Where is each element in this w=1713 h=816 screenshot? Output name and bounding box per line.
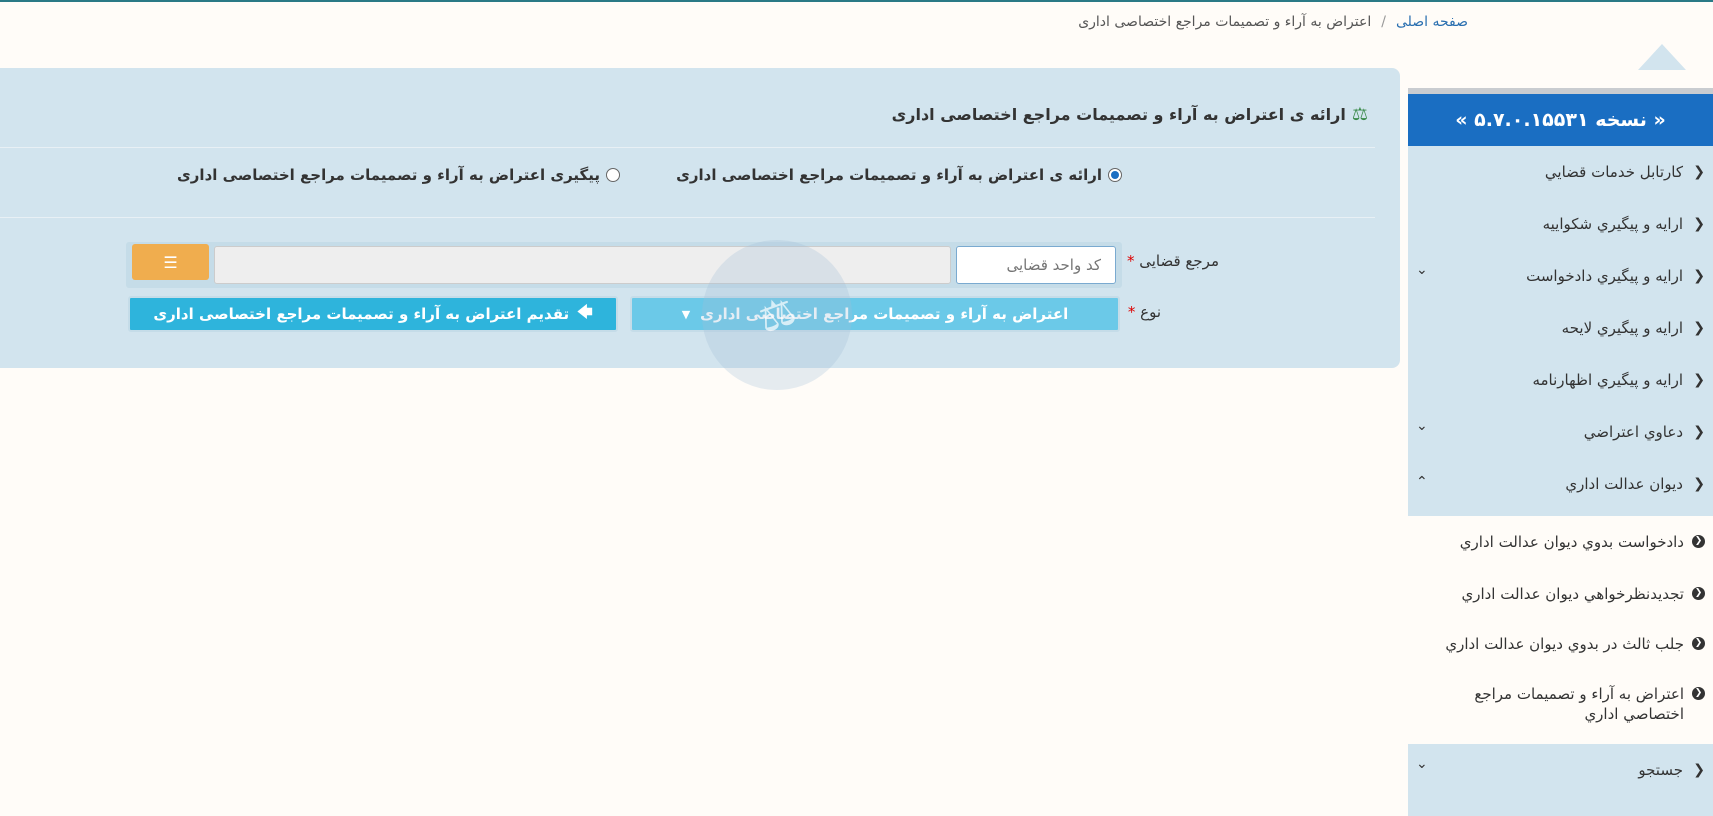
submenu-item-label: اعتراض به آراء و تصميمات مراجع اختصاصي ا… — [1474, 685, 1684, 723]
circle-arrow-icon: ❮ — [1692, 587, 1705, 600]
divider — [0, 217, 1375, 218]
scale-icon: ⚖ — [1351, 104, 1368, 125]
submenu-item-label: جلب ثالث در بدوي ديوان عدالت اداري — [1445, 635, 1684, 653]
sidebar-item-judicial-services[interactable]: ❮ كارتابل خدمات قضايي — [1408, 146, 1713, 198]
authority-list-button[interactable]: ☰ — [132, 244, 209, 280]
chevron-left-icon: ❮ — [1693, 320, 1705, 336]
type-dropdown[interactable]: اعتراض به آراء و تصمیمات مراجع اختصاصی ا… — [630, 296, 1120, 332]
sidebar-item-label: دعاوي اعتراضي — [1583, 423, 1683, 441]
submit-objection-button[interactable]: 🡄 تقدیم اعتراض به آراء و تصمیمات مراجع ا… — [128, 296, 618, 332]
sidebar-item-briefs[interactable]: ❮ ارايه و پيگيري لايحه — [1408, 302, 1713, 354]
chevron-left-icon: ❮ — [1693, 476, 1705, 492]
chevron-down-icon: ⌄ — [1416, 262, 1428, 278]
caret-down-icon: ▼ — [681, 307, 691, 321]
required-mark: * — [1127, 303, 1136, 321]
sidebar-item-label: كارتابل خدمات قضايي — [1544, 163, 1683, 181]
top-accent-line — [0, 0, 1713, 2]
radio-label: ارائه ی اعتراض به آراء و تصمیمات مراجع ا… — [676, 166, 1102, 184]
sidebar-item-label: ارايه و پيگيري شكواييه — [1542, 215, 1683, 233]
authority-label-text: مرجع قضایی — [1139, 252, 1219, 270]
chevron-down-icon: ⌄ — [1416, 418, 1428, 434]
arrow-left-icon: 🡄 — [577, 302, 593, 321]
type-label: نوع * — [1124, 303, 1161, 321]
sidebar-item-complaints[interactable]: ❮ ارايه و پيگيري شكواييه — [1408, 198, 1713, 250]
sidebar-item-administrative-court[interactable]: ❮ ديوان عدالت اداري ⌃ — [1408, 458, 1713, 510]
radio-submit-objection[interactable]: ارائه ی اعتراض به آراء و تصمیمات مراجع ا… — [676, 166, 1122, 184]
type-label-text: نوع — [1140, 303, 1161, 321]
sidebar: « نسخه ۵.۷.۰.۱۵۵۳۱ » ❮ كارتابل خدمات قضا… — [1408, 88, 1713, 816]
breadcrumb-current: اعتراض به آراء و تصمیمات مراجع اختصاصی ا… — [1078, 14, 1372, 30]
radio-button[interactable] — [606, 168, 620, 182]
breadcrumb: صفحه اصلی / اعتراض به آراء و تصمیمات مرا… — [1078, 10, 1468, 34]
page-title-text: ارائه ی اعتراض به آراء و تصمیمات مراجع ا… — [891, 105, 1346, 124]
chevron-down-icon: ⌄ — [1416, 756, 1428, 772]
chevron-left-icon: ❮ — [1693, 424, 1705, 440]
judicial-unit-code-input[interactable] — [956, 246, 1116, 284]
submenu-item-label: تجديدنظرخواهي ديوان عدالت اداري — [1461, 585, 1684, 603]
sidebar-item-label: جستجو — [1638, 761, 1683, 779]
breadcrumb-home-link[interactable]: صفحه اصلی — [1396, 14, 1468, 30]
sidebar-item-objection-suits[interactable]: ❮ دعاوي اعتراضي ⌄ — [1408, 406, 1713, 458]
submenu-item-initial-petition[interactable]: ❮ دادخواست بدوي ديوان عدالت اداري — [1408, 532, 1713, 552]
circle-arrow-icon: ❮ — [1692, 687, 1705, 700]
sidebar-item-label: ارايه و پيگيري لايحه — [1561, 319, 1683, 337]
radio-label: پیگیری اعتراض به آراء و تصمیمات مراجع اخ… — [177, 166, 600, 184]
breadcrumb-separator: / — [1381, 14, 1386, 30]
type-dropdown-value: اعتراض به آراء و تصمیمات مراجع اختصاصی ا… — [700, 305, 1069, 323]
divider — [0, 147, 1375, 148]
radio-button-checked[interactable] — [1108, 168, 1122, 182]
chevron-left-icon: ❮ — [1693, 216, 1705, 232]
chevron-left-icon: ❮ — [1693, 164, 1705, 180]
circle-arrow-icon: ❮ — [1692, 637, 1705, 650]
chevron-left-icon: ❮ — [1693, 268, 1705, 284]
sidebar-item-petitions[interactable]: ❮ ارايه و پيگيري دادخواست ⌄ — [1408, 250, 1713, 302]
administrative-court-submenu: ❮ دادخواست بدوي ديوان عدالت اداري ❮ تجدي… — [1408, 516, 1713, 744]
chevron-left-icon: ❮ — [1693, 762, 1705, 778]
submenu-item-appeal[interactable]: ❮ تجديدنظرخواهي ديوان عدالت اداري — [1408, 584, 1713, 604]
sidebar-notch — [1638, 44, 1686, 70]
authority-name-field — [214, 246, 951, 284]
required-mark: * — [1126, 252, 1135, 270]
sidebar-item-label: ارايه و پيگيري دادخواست — [1526, 267, 1683, 285]
submit-button-label: تقدیم اعتراض به آراء و تصمیمات مراجع اخت… — [153, 305, 570, 323]
sidebar-item-search[interactable]: ❮ جستجو ⌄ — [1408, 744, 1713, 796]
submenu-item-objection[interactable]: ❮ اعتراض به آراء و تصميمات مراجع اختصاصي… — [1408, 684, 1713, 724]
version-header: « نسخه ۵.۷.۰.۱۵۵۳۱ » — [1408, 94, 1713, 146]
circle-arrow-icon: ❮ — [1692, 535, 1705, 548]
sidebar-item-label: ديوان عدالت اداري — [1565, 475, 1683, 493]
page-title: ⚖ ارائه ی اعتراض به آراء و تصمیمات مراجع… — [892, 104, 1368, 125]
chevron-up-icon: ⌃ — [1416, 474, 1428, 490]
submenu-item-third-party[interactable]: ❮ جلب ثالث در بدوي ديوان عدالت اداري — [1408, 634, 1713, 654]
sidebar-item-label: ارايه و پيگيري اظهارنامه — [1532, 371, 1683, 389]
authority-label: مرجع قضایی * — [1123, 252, 1219, 270]
list-icon: ☰ — [163, 252, 178, 272]
radio-track-objection[interactable]: پیگیری اعتراض به آراء و تصمیمات مراجع اخ… — [177, 166, 620, 184]
chevron-left-icon: ❮ — [1693, 372, 1705, 388]
submenu-item-label: دادخواست بدوي ديوان عدالت اداري — [1459, 533, 1684, 551]
sidebar-item-declarations[interactable]: ❮ ارايه و پيگيري اظهارنامه — [1408, 354, 1713, 406]
